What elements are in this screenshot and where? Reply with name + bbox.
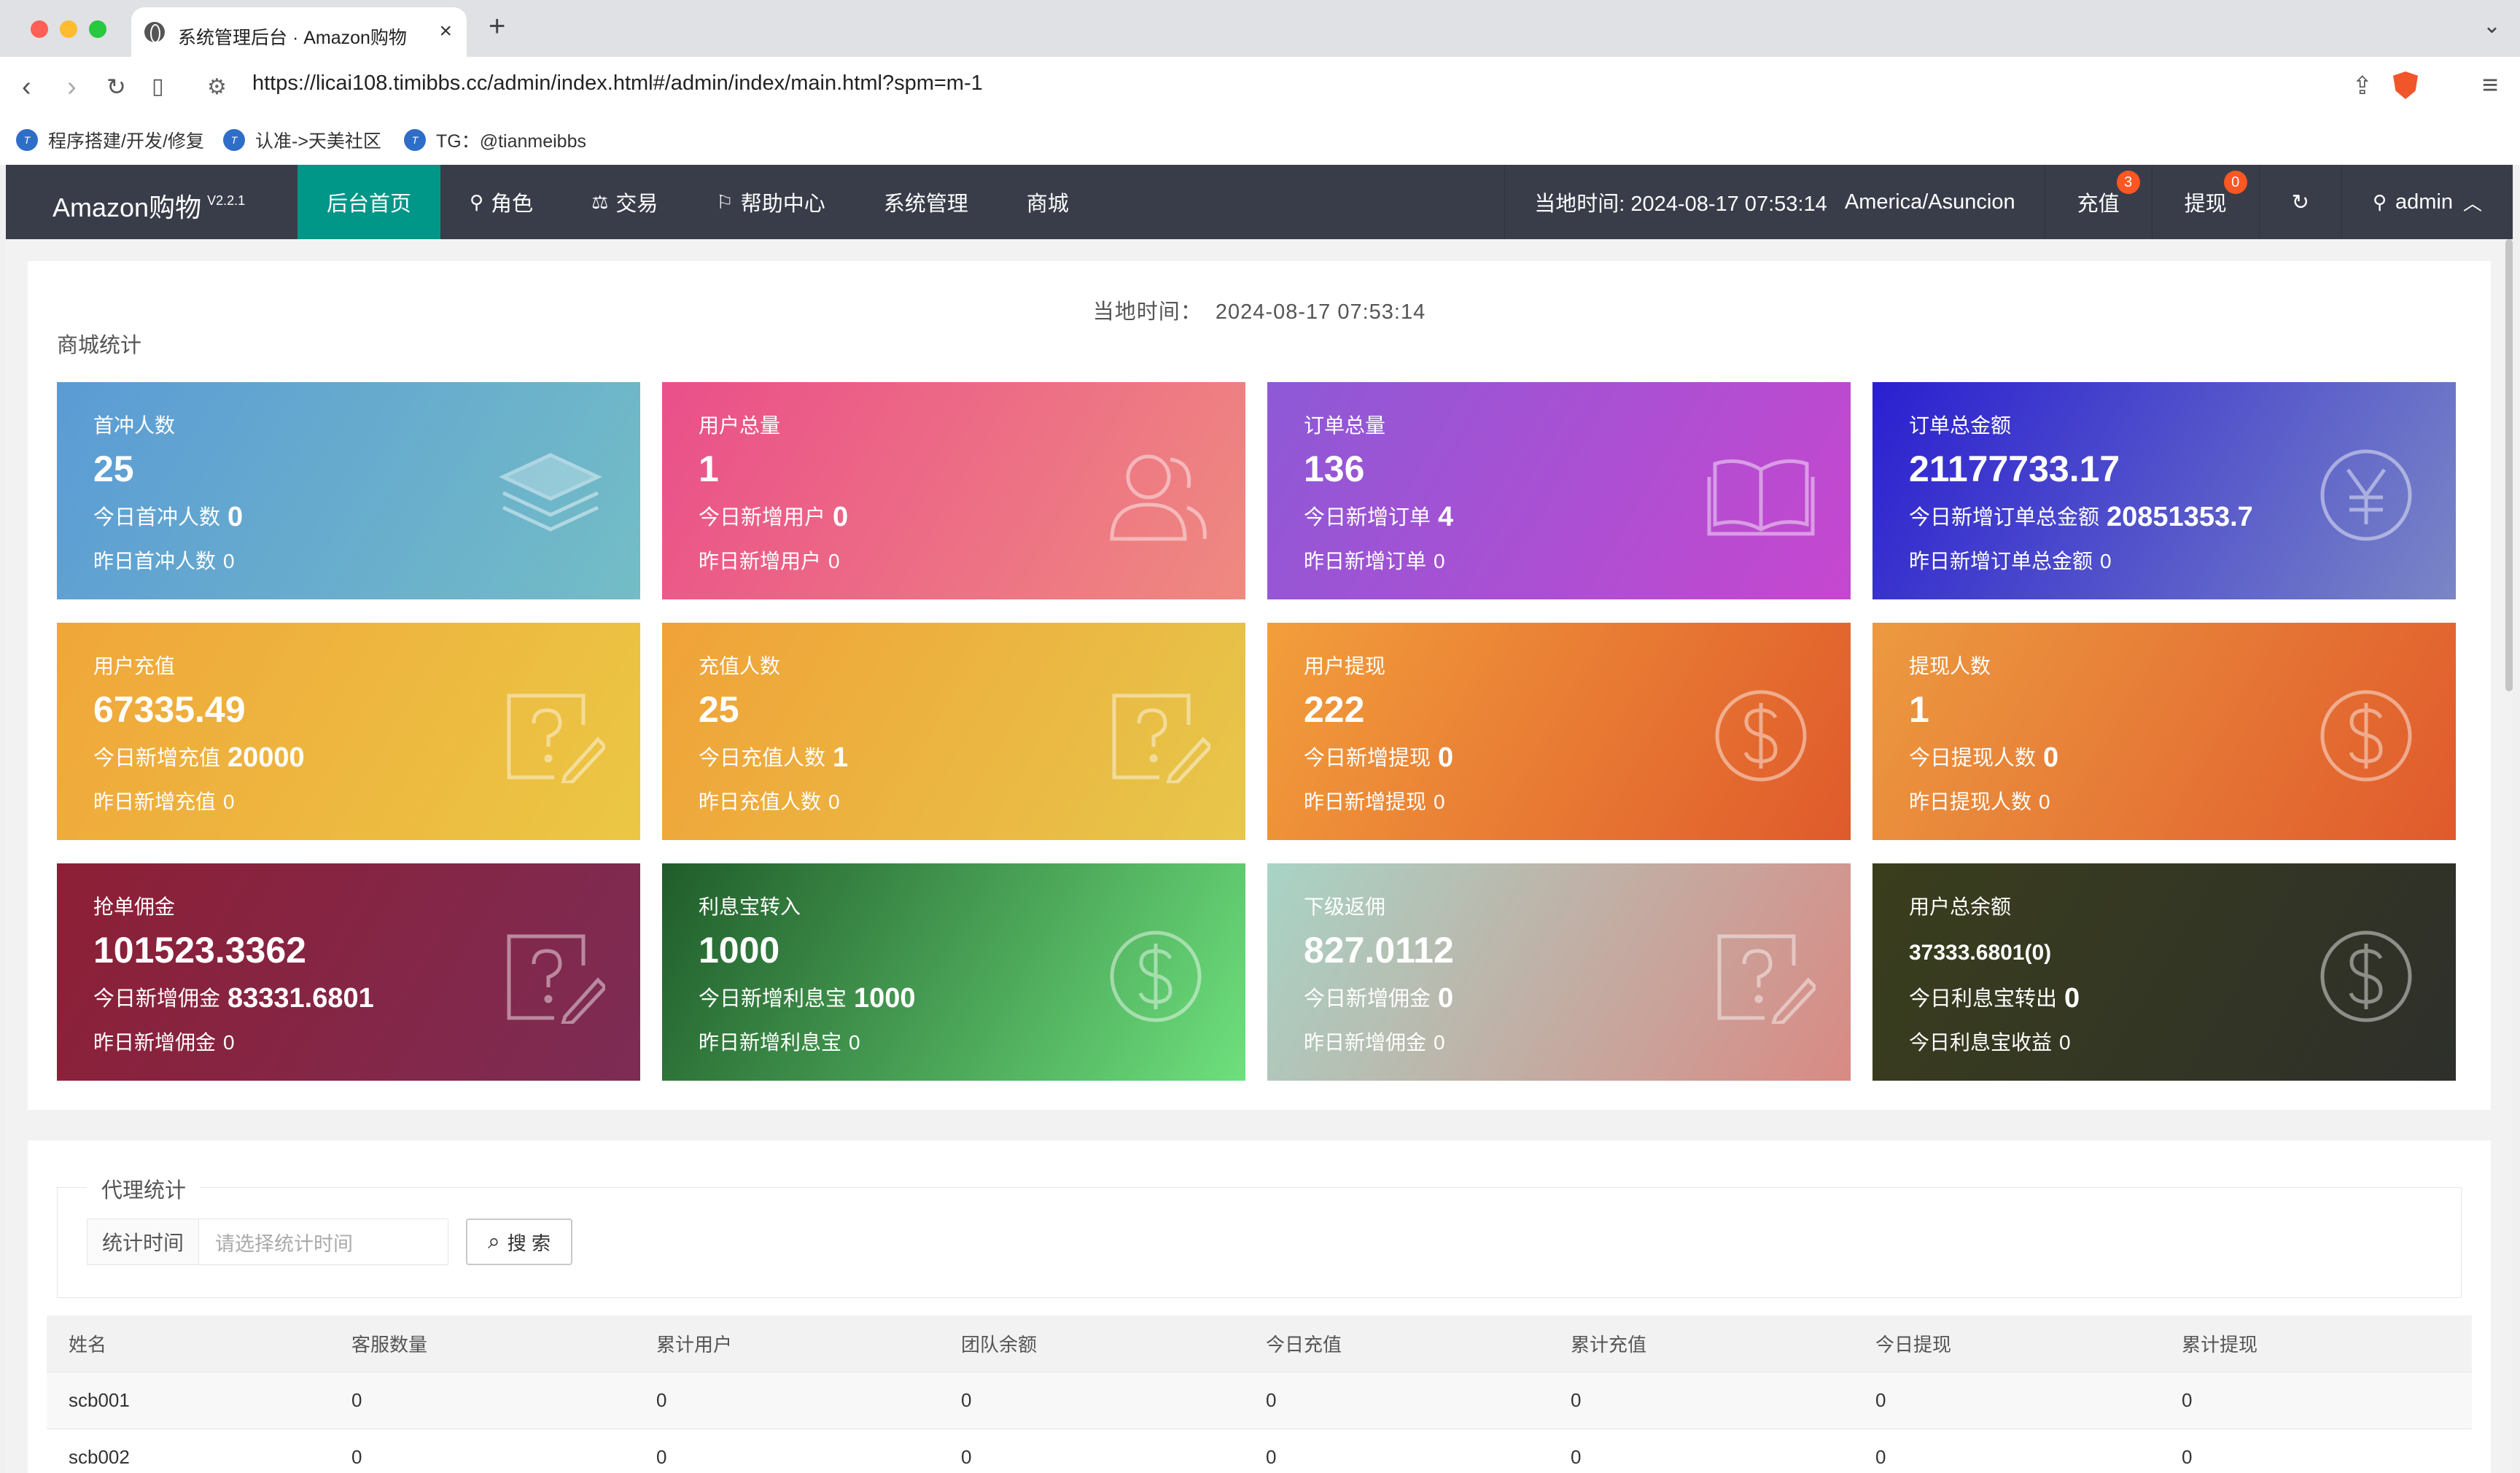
nav-trade[interactable]: ⚖ 交易 — [562, 165, 687, 239]
address-bar: ‹ › ↻ ▯ ⚙ https://licai108.timibbs.cc/ad… — [0, 57, 2520, 117]
forward-icon[interactable]: › — [67, 69, 77, 105]
new-tab-button[interactable]: + — [489, 10, 505, 43]
users-icon — [1110, 454, 1207, 541]
stat-card: 用户总量 1 今日新增用户 0 昨日新增用户 0 — [662, 382, 1245, 599]
table-header: 姓名 客服数量 累计用户 团队余额 今日充值 累计充值 今日提现 累计提现 — [47, 1315, 2472, 1372]
stat-card: 充值人数 25 今日充值人数 1 昨日充值人数 0 — [662, 623, 1245, 840]
menu-icon[interactable]: ≡ — [2482, 70, 2498, 101]
site-icon: T — [16, 129, 38, 151]
stat-card: 用户充值 67335.49 今日新增充值 20000 昨日新增充值 0 — [57, 623, 640, 840]
bookmark-icon[interactable]: ▯ — [152, 69, 164, 105]
user-icon: ⚲ — [470, 190, 484, 213]
bookmark-item[interactable]: T TG：@tianmeibbs — [404, 127, 586, 153]
stat-card: 下级返佣 827.0112 今日新增佣金 0 昨日新增佣金 0 — [1267, 863, 1851, 1081]
site-settings-icon[interactable]: ⚙ — [207, 74, 227, 100]
stat-card: 订单总量 136 今日新增订单 4 昨日新增订单 0 — [1267, 382, 1851, 599]
url-input[interactable]: https://licai108.timibbs.cc/admin/index.… — [252, 71, 983, 96]
nav-system[interactable]: 系统管理 — [855, 165, 998, 239]
scale-icon: ⚖ — [591, 190, 609, 213]
question-edit-icon — [1112, 693, 1210, 783]
header-local-time: 当地时间: 2024-08-17 07:53:14 America/Asunci… — [1504, 165, 2044, 239]
header-right: 当地时间: 2024-08-17 07:53:14 America/Asunci… — [1504, 165, 2513, 239]
bookmark-item[interactable]: T 认准->天美社区 — [223, 127, 381, 153]
back-icon[interactable]: ‹ — [22, 69, 31, 105]
window-maximize-button[interactable] — [89, 20, 106, 38]
withdraw-badge: 0 — [2223, 171, 2247, 194]
nav-mall[interactable]: 商城 — [998, 165, 1098, 239]
recharge-badge: 3 — [2116, 171, 2140, 194]
recharge-button[interactable]: 充值 3 — [2044, 165, 2152, 239]
table-body: scb001 0 0 0 0 0 0 0 scb002 0 0 0 0 0 0 — [47, 1372, 2472, 1473]
window-close-button[interactable] — [31, 20, 48, 38]
share-icon[interactable]: ⇪ — [2352, 71, 2373, 101]
chevron-down-icon[interactable]: ⌄ — [2483, 13, 2501, 39]
dollar-icon — [2320, 930, 2412, 1022]
user-menu[interactable]: ⚲ admin ︿ — [2341, 165, 2513, 239]
brand-logo[interactable]: Amazon购物 V2.2.1 — [52, 187, 245, 225]
search-button[interactable]: ⌕ 搜 索 — [466, 1219, 572, 1265]
table-row[interactable]: scb002 0 0 0 0 0 0 0 — [47, 1429, 2472, 1473]
stat-card: 订单总金额 21177733.17 今日新增订单总金额 20851353.7 昨日… — [1872, 382, 2456, 599]
stat-card: 提现人数 1 今日提现人数 0 昨日提现人数 0 — [1872, 623, 2456, 840]
nav-role[interactable]: ⚲ 角色 — [440, 165, 562, 239]
bookmarks-bar: T 程序搭建/开发/修复 T 认准->天美社区 T TG：@tianmeibbs — [0, 117, 2520, 165]
flag-icon: ⚐ — [716, 190, 734, 213]
dollar-icon — [2320, 690, 2412, 782]
stat-card: 用户总余额 37333.6801(0) 今日利息宝转出 0 今日利息宝收益 0 — [1872, 863, 2456, 1081]
site-icon: T — [223, 129, 245, 151]
question-edit-icon — [507, 934, 605, 1024]
table-row[interactable]: scb001 0 0 0 0 0 0 0 — [47, 1372, 2472, 1429]
globe-icon — [144, 22, 165, 43]
agent-legend: 代理统计 — [87, 1173, 201, 1204]
agent-table: 姓名 客服数量 累计用户 团队余额 今日充值 累计充值 今日提现 累计提现 sc… — [47, 1315, 2472, 1473]
browser-tabbar: 系统管理后台 · Amazon购物 × + ⌄ — [0, 0, 2520, 57]
browser-tab[interactable]: 系统管理后台 · Amazon购物 × — [131, 7, 467, 57]
dollar-icon — [1715, 690, 1807, 782]
agent-filter: 代理统计 统计时间 请选择统计时间 ⌕ 搜 索 — [57, 1173, 2462, 1298]
stat-card: 首冲人数 25 今日首冲人数 0 昨日首冲人数 0 — [57, 382, 640, 599]
agent-panel: 代理统计 统计时间 请选择统计时间 ⌕ 搜 索 姓名 客服数量 累计用户 团队余额… — [28, 1140, 2491, 1473]
window-minimize-button[interactable] — [60, 20, 77, 38]
tab-title: 系统管理后台 · Amazon购物 — [178, 28, 407, 48]
top-nav: 后台首页 ⚲ 角色 ⚖ 交易 ⚐ 帮助中心 系统管理 商城 — [298, 165, 1098, 239]
reload-icon[interactable]: ↻ — [106, 69, 126, 105]
stat-card: 利息宝转入 1000 今日新增利息宝 1000 昨日新增利息宝 0 — [662, 863, 1245, 1081]
filter-label: 统计时间 — [87, 1219, 199, 1265]
nav-help[interactable]: ⚐ 帮助中心 — [687, 165, 854, 239]
layers-icon — [499, 453, 602, 532]
close-icon[interactable]: × — [439, 19, 452, 44]
page-scrollbar[interactable] — [2505, 239, 2513, 691]
brave-shield-icon[interactable] — [2393, 71, 2418, 99]
yen-icon — [2320, 449, 2412, 541]
dollar-icon — [1110, 930, 1202, 1022]
stat-card: 用户提现 222 今日新增提现 0 昨日新增提现 0 — [1267, 623, 1851, 840]
book-icon — [1707, 459, 1815, 536]
local-time: 当地时间： 2024-08-17 07:53:14 — [1092, 300, 1426, 324]
withdraw-button[interactable]: 提现 0 — [2151, 165, 2259, 239]
site-icon: T — [404, 129, 426, 151]
date-range-input[interactable]: 请选择统计时间 — [199, 1219, 448, 1265]
app-header: Amazon购物 V2.2.1 后台首页 ⚲ 角色 ⚖ 交易 ⚐ 帮助中心 系统管理 商… — [6, 165, 2513, 239]
question-edit-icon — [507, 693, 605, 783]
chevron-up-icon: ︿ — [2462, 192, 2482, 214]
section-title: 商城统计 — [57, 334, 142, 357]
bookmark-item[interactable]: T 程序搭建/开发/修复 — [16, 127, 204, 153]
stat-card: 抢单佣金 101523.3362 今日新增佣金 83331.6801 昨日新增佣金… — [57, 863, 640, 1081]
nav-home[interactable]: 后台首页 — [298, 165, 441, 239]
question-edit-icon — [1717, 934, 1816, 1024]
refresh-icon[interactable]: ↻ — [2258, 165, 2341, 239]
main-content: 当地时间： 2024-08-17 07:53:14 商城统计 首冲人数 25 今… — [6, 239, 2513, 1473]
search-icon: ⌕ — [487, 1229, 500, 1254]
stats-panel: 当地时间： 2024-08-17 07:53:14 商城统计 首冲人数 25 今… — [28, 261, 2491, 1110]
user-icon: ⚲ — [2372, 190, 2387, 213]
